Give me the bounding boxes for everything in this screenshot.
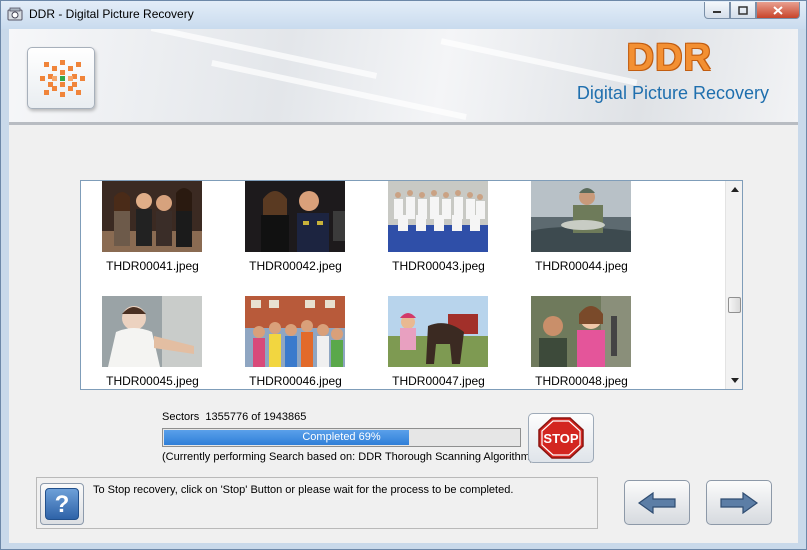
sectors-value: 1355776 of 1943865	[205, 411, 307, 423]
thumbnail-photo	[245, 181, 345, 252]
thumbnail-photo	[102, 181, 202, 252]
scroll-down-icon	[730, 378, 739, 383]
scroll-up-button[interactable]	[726, 181, 742, 198]
logo-icon	[40, 60, 85, 97]
thumbnail-photo	[245, 296, 345, 367]
scroll-down-button[interactable]	[726, 372, 742, 389]
stop-label: STOP	[543, 431, 578, 446]
scroll-thumb[interactable]	[728, 297, 741, 313]
algorithm-status: (Currently performing Search based on: D…	[162, 451, 534, 463]
back-button[interactable]	[624, 480, 690, 525]
client-area: DDR Digital Picture Recovery THDR00041.j…	[9, 29, 798, 543]
info-message: To Stop recovery, click on 'Stop' Button…	[93, 484, 514, 496]
app-window: DDR - Digital Picture Recovery DDR Digit…	[0, 0, 807, 550]
minimize-button[interactable]	[704, 2, 730, 19]
help-icon: ?	[45, 488, 79, 520]
next-arrow-icon	[720, 491, 759, 514]
app-logo	[27, 47, 95, 109]
progress-text: Completed 69%	[302, 431, 381, 443]
thumbnail-filename: THDR00044.jpeg	[535, 259, 628, 273]
maximize-icon	[738, 5, 748, 15]
thumbnail-photo	[102, 296, 202, 367]
maximize-button[interactable]	[730, 2, 756, 19]
brand-logo-text: DDR	[626, 37, 712, 79]
thumbnail-filename: THDR00045.jpeg	[106, 374, 199, 388]
sectors-label: Sectors	[162, 411, 200, 423]
title-bar[interactable]: DDR - Digital Picture Recovery	[1, 1, 806, 29]
banner-decoration	[440, 38, 638, 86]
help-button[interactable]: ?	[40, 483, 84, 525]
app-icon	[7, 7, 23, 21]
app-subtitle: Digital Picture Recovery	[576, 83, 769, 103]
close-icon	[773, 5, 783, 15]
thumbnail-photo	[531, 181, 631, 252]
recovered-pictures-panel[interactable]: THDR00041.jpeg THDR00042.jpeg THDR00043.…	[80, 180, 743, 390]
thumbnail-photo	[388, 181, 488, 252]
thumbnail-filename: THDR00042.jpeg	[249, 259, 342, 273]
thumbnail-photo	[531, 296, 631, 367]
thumbnail-photo	[388, 296, 488, 367]
info-panel: ? To Stop recovery, click on 'Stop' Butt…	[36, 477, 598, 529]
recovery-progress-bar: Completed 69%	[162, 428, 521, 447]
thumbnail-filename: THDR00047.jpeg	[392, 374, 485, 388]
header-banner: DDR Digital Picture Recovery	[9, 29, 798, 125]
stop-sign-icon: STOP	[538, 417, 584, 459]
vertical-scrollbar[interactable]	[725, 181, 742, 389]
next-button[interactable]	[706, 480, 772, 525]
window-title: DDR - Digital Picture Recovery	[29, 7, 194, 21]
close-button[interactable]	[756, 2, 800, 19]
thumbnail-filename: THDR00046.jpeg	[249, 374, 342, 388]
window-controls	[704, 2, 800, 19]
thumbnail-filename: THDR00043.jpeg	[392, 259, 485, 273]
thumbnail-filename: THDR00048.jpeg	[535, 374, 628, 388]
stop-button[interactable]: STOP	[528, 413, 594, 463]
thumbnail-filename: THDR00041.jpeg	[106, 259, 199, 273]
minimize-icon	[713, 11, 721, 13]
scroll-up-icon	[730, 187, 739, 192]
sectors-status: Sectors 1355776 of 1943865	[162, 411, 306, 423]
back-arrow-icon	[637, 491, 676, 514]
